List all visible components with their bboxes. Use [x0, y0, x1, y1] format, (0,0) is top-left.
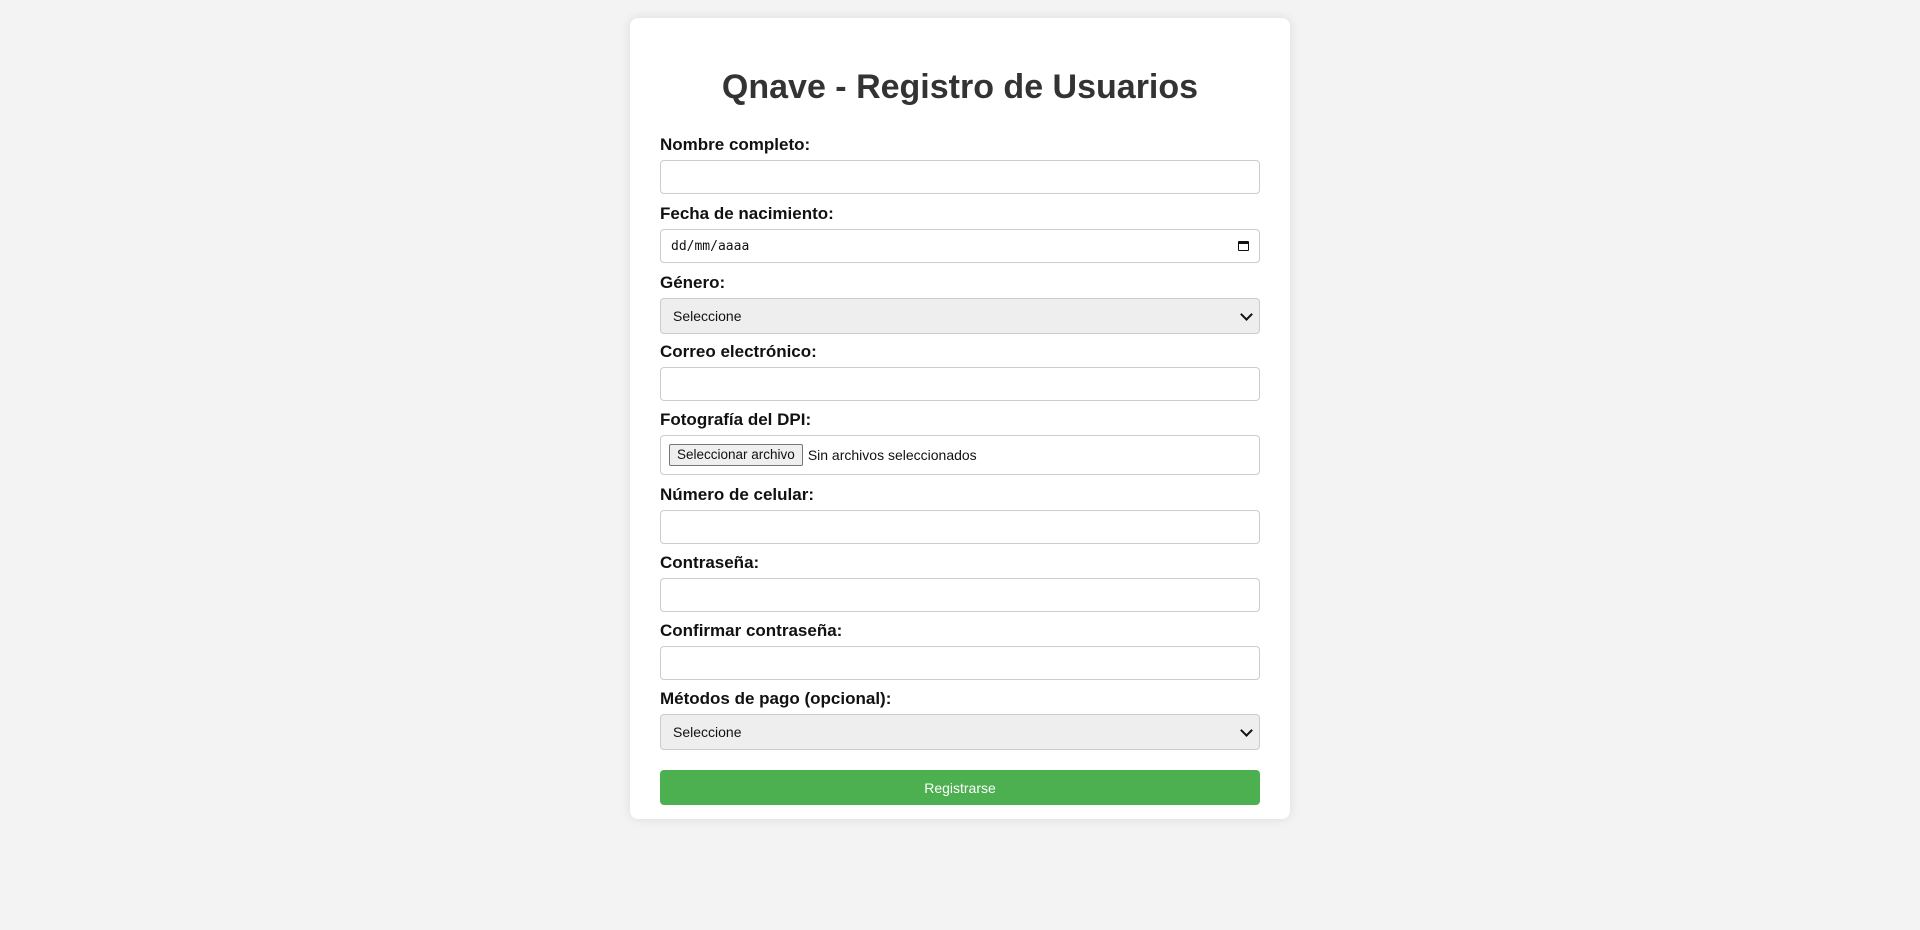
calendar-icon[interactable]	[1238, 241, 1249, 251]
page-title: Qnave - Registro de Usuarios	[721, 68, 1199, 106]
fecha-input[interactable]: dd/mm/aaaa	[660, 229, 1260, 263]
genero-selected-value: Seleccione	[673, 308, 742, 324]
select-file-button[interactable]: Seleccionar archivo	[669, 444, 803, 466]
field-celular: Número de celular:	[660, 484, 1260, 544]
fecha-label: Fecha de nacimiento:	[660, 204, 834, 223]
genero-select[interactable]: Seleccione	[660, 298, 1260, 334]
chevron-down-icon	[1240, 723, 1253, 737]
field-nombre: Nombre completo:	[660, 134, 1260, 194]
pago-label: Métodos de pago (opcional):	[660, 689, 892, 708]
nombre-input[interactable]	[660, 160, 1260, 194]
field-contrasena: Contraseña:	[660, 552, 1260, 612]
file-status-text: Sin archivos seleccionados	[807, 447, 977, 463]
pago-select[interactable]: Seleccione	[660, 714, 1260, 750]
dpi-label: Fotografía del DPI:	[660, 410, 812, 429]
genero-label: Género:	[660, 273, 726, 292]
field-dpi: Fotografía del DPI: Seleccionar archivo …	[660, 409, 1260, 475]
field-confirmar: Confirmar contraseña:	[660, 620, 1260, 680]
pago-selected-value: Seleccione	[673, 724, 742, 740]
nombre-label: Nombre completo:	[660, 135, 811, 154]
contrasena-input[interactable]	[660, 578, 1260, 612]
correo-input[interactable]	[660, 367, 1260, 401]
celular-label: Número de celular:	[660, 485, 814, 504]
registration-card: Qnave - Registro de Usuarios Nombre comp…	[630, 18, 1290, 819]
register-button[interactable]: Registrarse	[660, 770, 1260, 805]
confirmar-input[interactable]	[660, 646, 1260, 680]
field-genero: Género: Seleccione	[660, 272, 1260, 334]
celular-input[interactable]	[660, 510, 1260, 544]
fecha-placeholder: dd/mm/aaaa	[671, 238, 750, 254]
chevron-down-icon	[1240, 307, 1253, 321]
field-pago: Métodos de pago (opcional): Seleccione	[660, 688, 1260, 750]
field-correo: Correo electrónico:	[660, 341, 1260, 401]
dpi-file-input[interactable]: Seleccionar archivo Sin archivos selecci…	[660, 435, 1260, 475]
contrasena-label: Contraseña:	[660, 553, 760, 572]
correo-label: Correo electrónico:	[660, 342, 817, 361]
field-fecha: Fecha de nacimiento: dd/mm/aaaa	[660, 203, 1260, 263]
confirmar-label: Confirmar contraseña:	[660, 621, 843, 640]
